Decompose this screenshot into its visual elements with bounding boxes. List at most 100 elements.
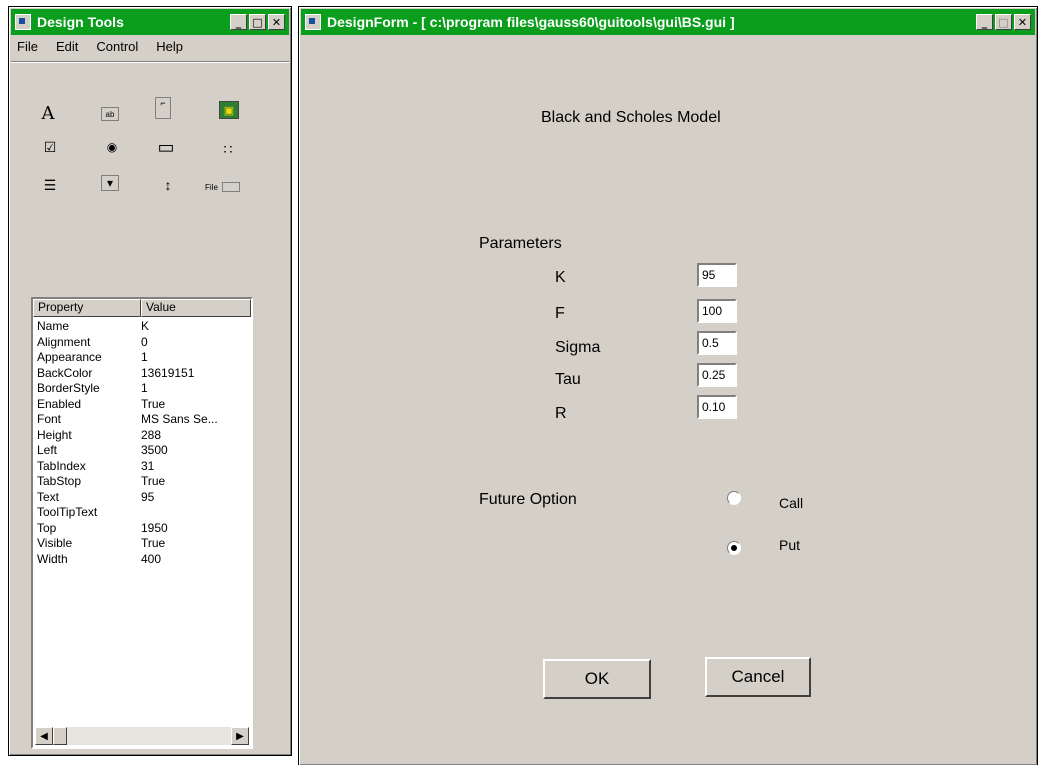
button-tool-icon[interactable]: ▭: [155, 137, 177, 157]
property-name: TabIndex: [37, 458, 86, 473]
menu-help[interactable]: Help: [152, 39, 187, 57]
property-row[interactable]: Appearance 1: [35, 350, 251, 365]
scroll-left-icon[interactable]: ◀: [35, 727, 53, 745]
property-row[interactable]: Width 400: [35, 552, 251, 567]
property-row[interactable]: Text 95: [35, 490, 251, 505]
menubar: File Edit Control Help: [13, 39, 187, 57]
label-tool-icon[interactable]: A: [37, 103, 59, 124]
spinner-tool-icon[interactable]: ↕: [157, 175, 179, 195]
param-label-k: K: [555, 269, 566, 286]
property-name: Width: [37, 551, 68, 566]
property-name: Text: [37, 489, 60, 504]
form-window-title: DesignForm - [ c:\program files\gauss60\…: [327, 14, 735, 30]
property-row[interactable]: Enabled True: [35, 397, 251, 412]
app-icon: [15, 14, 31, 30]
scroll-thumb[interactable]: [53, 727, 67, 745]
property-list[interactable]: Property Value Name K Alignment 0 Appearance…: [31, 297, 253, 749]
form-close-button[interactable]: ✕: [1014, 14, 1031, 30]
design-form-window: DesignForm - [ c:\program files\gauss60\…: [298, 6, 1038, 765]
param-label-sigma: Sigma: [555, 339, 601, 356]
param-input-tau[interactable]: [697, 363, 737, 387]
image-tool-icon[interactable]: ▣: [219, 101, 239, 119]
scroll-right-icon[interactable]: ▶: [231, 727, 249, 745]
property-row[interactable]: TabIndex 31: [35, 459, 251, 474]
form-minimize-button[interactable]: _: [976, 14, 993, 30]
property-name: TabStop: [37, 474, 82, 488]
menu-control[interactable]: Control: [92, 39, 142, 57]
form-app-icon: [305, 14, 321, 30]
file-tool-label: File: [205, 182, 218, 192]
property-name: Height: [37, 427, 72, 442]
property-value[interactable]: 31: [141, 459, 251, 473]
horizontal-scrollbar[interactable]: ◀ ▶: [35, 727, 249, 745]
property-row[interactable]: Font MS Sans Se...: [35, 412, 251, 427]
param-input-f[interactable]: [697, 299, 737, 323]
property-value[interactable]: 95: [141, 490, 251, 504]
property-value[interactable]: MS Sans Se...: [141, 412, 251, 426]
property-value[interactable]: 1: [141, 350, 251, 364]
value-column-header[interactable]: Value: [141, 299, 251, 317]
property-value[interactable]: 1: [141, 381, 251, 395]
checkbox-tool-icon[interactable]: ☑: [39, 137, 61, 157]
property-row[interactable]: Height 288: [35, 428, 251, 443]
property-value[interactable]: 0: [141, 335, 251, 349]
combo-tool-icon[interactable]: ☰: [39, 175, 61, 195]
frame-tool-icon[interactable]: ⌐: [155, 97, 171, 119]
property-row[interactable]: TabStop True: [35, 474, 251, 489]
param-input-k[interactable]: [697, 263, 737, 287]
property-value[interactable]: True: [141, 474, 251, 488]
design-form-titlebar[interactable]: DesignForm - [ c:\program files\gauss60\…: [301, 9, 1035, 35]
parameters-label: Parameters: [479, 235, 562, 252]
menu-edit[interactable]: Edit: [52, 39, 82, 57]
put-label[interactable]: Put: [779, 537, 800, 553]
property-row[interactable]: Left 3500: [35, 443, 251, 458]
form-maximize-button[interactable]: □: [995, 14, 1012, 30]
property-value[interactable]: True: [141, 397, 251, 411]
put-radio[interactable]: [727, 541, 741, 555]
form-heading: Black and Scholes Model: [541, 109, 721, 126]
property-name: Font: [37, 412, 62, 426]
property-name: Alignment: [37, 334, 91, 349]
minimize-button[interactable]: _: [230, 14, 247, 30]
property-row[interactable]: Name K: [35, 319, 251, 334]
property-value[interactable]: 13619151: [141, 366, 251, 380]
property-name: Appearance: [37, 350, 102, 364]
property-value[interactable]: 288: [141, 428, 251, 442]
future-option-label: Future Option: [479, 491, 577, 508]
property-name: BorderStyle: [37, 381, 100, 395]
property-value[interactable]: K: [141, 319, 251, 333]
property-row[interactable]: Top 1950: [35, 521, 251, 536]
file-tool-icon[interactable]: File: [205, 177, 249, 197]
property-column-header[interactable]: Property: [33, 299, 141, 317]
ok-button[interactable]: OK: [543, 659, 651, 699]
property-value[interactable]: 1950: [141, 521, 251, 535]
listbox-tool-icon[interactable]: ∷: [217, 139, 239, 159]
property-row[interactable]: ToolTipText: [35, 505, 251, 520]
close-button[interactable]: ✕: [268, 14, 285, 30]
design-tools-titlebar[interactable]: Design Tools _ □ ✕: [11, 9, 289, 35]
param-input-r[interactable]: [697, 395, 737, 419]
property-name: Top: [37, 520, 57, 535]
design-tools-window: Design Tools _ □ ✕ File Edit Control Hel…: [8, 6, 292, 756]
call-radio[interactable]: [727, 491, 741, 505]
radio-tool-icon[interactable]: ◉: [101, 137, 123, 157]
property-value[interactable]: 3500: [141, 443, 251, 457]
property-value[interactable]: 400: [141, 552, 251, 566]
textbox-tool-icon[interactable]: ab: [101, 107, 119, 121]
param-input-sigma[interactable]: [697, 331, 737, 355]
maximize-button[interactable]: □: [249, 14, 266, 30]
property-row[interactable]: BorderStyle 1: [35, 381, 251, 396]
param-label-f: F: [555, 305, 565, 322]
property-row[interactable]: BackColor 13619151: [35, 366, 251, 381]
menu-file[interactable]: File: [13, 39, 42, 57]
call-label[interactable]: Call: [779, 495, 803, 511]
property-row[interactable]: Visible True: [35, 536, 251, 551]
property-name: ToolTipText: [37, 505, 98, 519]
property-row[interactable]: Alignment 0: [35, 335, 251, 350]
property-value[interactable]: True: [141, 536, 251, 550]
cancel-button[interactable]: Cancel: [705, 657, 811, 697]
param-label-r: R: [555, 405, 567, 422]
property-list-header: Property Value: [33, 299, 251, 317]
dropdown-tool-icon[interactable]: ▾: [101, 175, 119, 191]
menu-divider: [11, 61, 289, 63]
